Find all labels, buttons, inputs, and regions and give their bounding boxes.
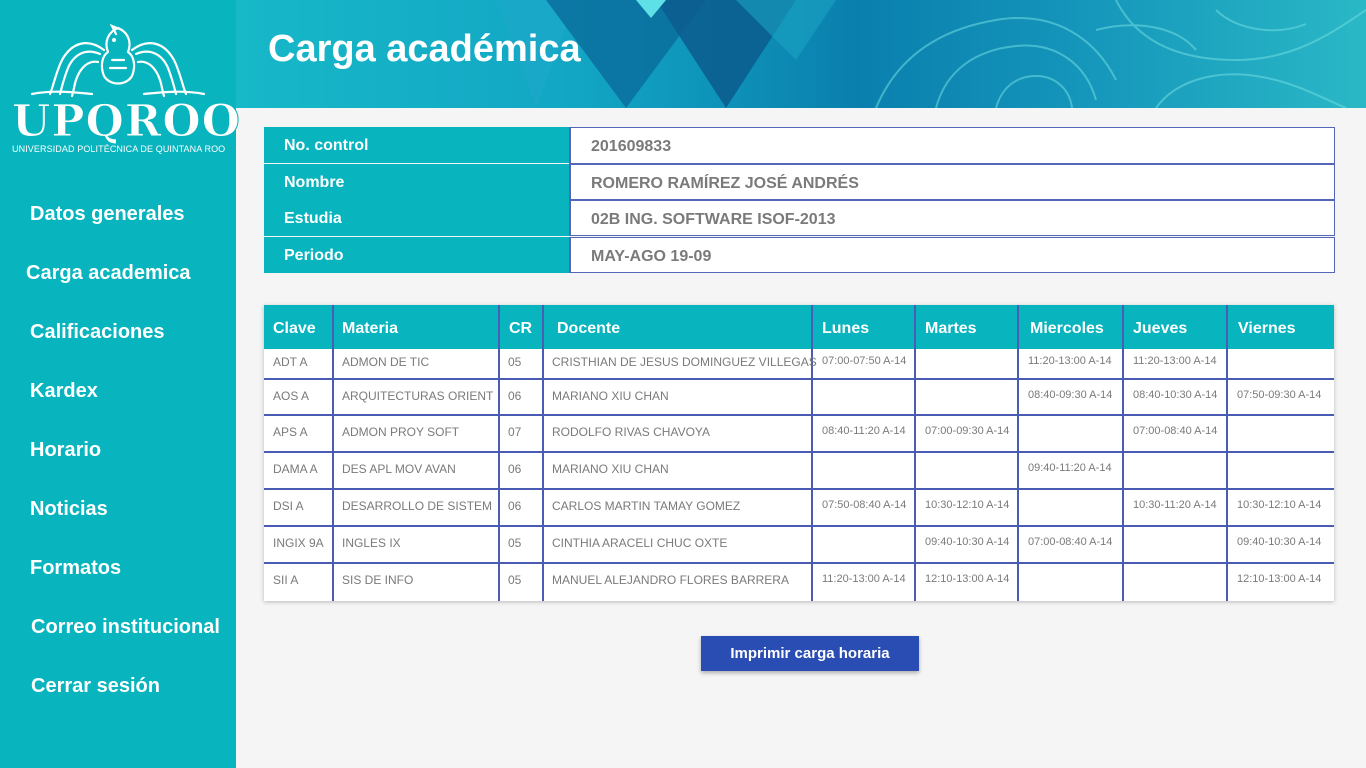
- schedule-table: Clave Materia CR Docente Lunes Martes Miercole…: [264, 305, 1334, 601]
- table-row: DAMA A DES APL MOV AVAN 06 MARIANO XIU CHAN…: [264, 452, 1334, 489]
- info-label: Estudia: [264, 200, 569, 236]
- cell-materia: DES APL MOV AVAN: [342, 462, 456, 476]
- cell-cr: 06: [508, 499, 522, 513]
- info-row-nombre: Nombre ROMERO RAMÍREZ JOSÉ ANDRÉS: [264, 164, 1335, 200]
- cell-lunes: 11:20-13:00 A-14: [822, 573, 906, 585]
- page-header: Carga académica: [236, 0, 1366, 108]
- cell-docente: CINTHIA ARACELI CHUC OXTE: [552, 536, 728, 550]
- header-viernes: Viernes: [1238, 320, 1296, 337]
- cell-cr: 07: [508, 425, 522, 439]
- nav-item-datos-generales[interactable]: Datos generales: [30, 203, 185, 226]
- cell-martes: 12:10-13:00 A-14: [925, 573, 1010, 585]
- cell-jueves: 08:40-10:30 A-14: [1133, 389, 1218, 401]
- nav-item-noticias[interactable]: Noticias: [30, 498, 108, 521]
- info-label: Periodo: [264, 237, 569, 273]
- header-lunes: Lunes: [822, 320, 870, 337]
- info-value: ROMERO RAMÍREZ JOSÉ ANDRÉS: [569, 164, 1335, 200]
- page-title: Carga académica: [268, 28, 581, 70]
- cell-materia: SIS DE INFO: [342, 573, 414, 587]
- eagle-emblem-icon: [30, 23, 206, 98]
- nav-item-kardex[interactable]: Kardex: [30, 380, 98, 403]
- print-schedule-button[interactable]: Imprimir carga horaria: [701, 636, 919, 671]
- logo-subtitle: UNIVERSIDAD POLITÉCNICA DE QUINTANA ROO: [12, 144, 226, 154]
- cell-docente: CARLOS MARTIN TAMAY GOMEZ: [552, 499, 741, 513]
- cell-clave: INGIX 9A: [273, 536, 324, 550]
- nav-item-carga-academica[interactable]: Carga academica: [26, 262, 191, 285]
- cell-docente: MARIANO XIU CHAN: [552, 462, 669, 476]
- cell-docente: RODOLFO RIVAS CHAVOYA: [552, 425, 711, 439]
- table-row: APS A ADMON PROY SOFT 07 RODOLFO RIVAS CHAV…: [264, 415, 1334, 452]
- table-row: AOS A ARQUITECTURAS ORIENT 06 MARIANO XIU C…: [264, 379, 1334, 415]
- header-jueves: Jueves: [1133, 320, 1188, 337]
- cell-cr: 05: [508, 355, 522, 369]
- nav-item-formatos[interactable]: Formatos: [30, 557, 121, 580]
- nav-item-calificaciones[interactable]: Calificaciones: [30, 321, 165, 344]
- info-value: MAY-AGO 19-09: [569, 237, 1335, 273]
- header-martes: Martes: [925, 320, 977, 337]
- cell-materia: INGLES IX: [342, 536, 401, 550]
- cell-materia: ADMON DE TIC: [342, 355, 430, 369]
- info-value: 201609833: [569, 127, 1335, 164]
- cell-jueves: 11:20-13:00 A-14: [1133, 355, 1217, 367]
- cell-lunes: 08:40-11:20 A-14: [822, 425, 906, 437]
- cell-lunes: 07:00-07:50 A-14: [822, 355, 907, 367]
- cell-viernes: 09:40-10:30 A-14: [1237, 536, 1322, 548]
- cell-viernes: 12:10-13:00 A-14: [1237, 573, 1322, 585]
- cell-martes: 09:40-10:30 A-14: [925, 536, 1010, 548]
- table-row: DSI A DESARROLLO DE SISTEM 06 CARLOS MARTIN…: [264, 489, 1334, 526]
- cell-viernes: 07:50-09:30 A-14: [1237, 389, 1322, 401]
- cell-clave: AOS A: [273, 389, 310, 403]
- info-value: 02B ING. SOFTWARE ISOF-2013: [569, 200, 1335, 236]
- cell-clave: APS A: [273, 425, 308, 439]
- cell-miercoles: 11:20-13:00 A-14: [1028, 355, 1112, 367]
- cell-cr: 05: [508, 536, 522, 550]
- cell-cr: 06: [508, 389, 522, 403]
- table-row: SII A SIS DE INFO 05 MANUEL ALEJANDRO FLORE…: [264, 563, 1334, 601]
- cell-clave: DAMA A: [273, 462, 318, 476]
- cell-clave: DSI A: [273, 499, 304, 513]
- cell-clave: ADT A: [273, 355, 308, 369]
- header-materia: Materia: [342, 320, 399, 337]
- header-clave: Clave: [273, 320, 316, 337]
- cell-martes: 10:30-12:10 A-14: [925, 499, 1010, 511]
- nav-item-correo-institucional[interactable]: Correo institucional: [31, 616, 220, 639]
- info-label: Nombre: [264, 164, 569, 200]
- table-row: INGIX 9A INGLES IX 05 CINTHIA ARACELI CHUC …: [264, 526, 1334, 563]
- info-row-periodo: Periodo MAY-AGO 19-09: [264, 237, 1335, 273]
- table-row: ADT A ADMON DE TIC 05 CRISTHIAN DE JESUS DO…: [264, 349, 1334, 379]
- cell-materia: ARQUITECTURAS ORIENT: [342, 389, 494, 403]
- cell-materia: ADMON PROY SOFT: [342, 425, 460, 439]
- sidebar: UPQROO UNIVERSIDAD POLITÉCNICA DE QUINTA…: [0, 0, 242, 768]
- cell-docente: MANUEL ALEJANDRO FLORES BARRERA: [552, 573, 789, 587]
- cell-miercoles: 08:40-09:30 A-14: [1028, 389, 1113, 401]
- header-cr: CR: [509, 320, 533, 337]
- header-miercoles: Miercoles: [1030, 320, 1104, 337]
- cell-viernes: 10:30-12:10 A-14: [1237, 499, 1322, 511]
- university-logo: UPQROO UNIVERSIDAD POLITÉCNICA DE QUINTA…: [12, 20, 242, 160]
- cell-cr: 05: [508, 573, 522, 587]
- nav-item-cerrar-sesion[interactable]: Cerrar sesión: [31, 675, 160, 698]
- cell-cr: 06: [508, 462, 522, 476]
- cell-jueves: 07:00-08:40 A-14: [1133, 425, 1218, 437]
- cell-jueves: 10:30-11:20 A-14: [1133, 499, 1217, 511]
- cell-miercoles: 09:40-11:20 A-14: [1028, 462, 1112, 474]
- cell-martes: 07:00-09:30 A-14: [925, 425, 1010, 437]
- info-row-control: No. control 201609833: [264, 127, 1335, 164]
- cell-materia: DESARROLLO DE SISTEM: [342, 499, 493, 513]
- cell-docente: MARIANO XIU CHAN: [552, 389, 669, 403]
- cell-miercoles: 07:00-08:40 A-14: [1028, 536, 1113, 548]
- header-docente: Docente: [557, 320, 621, 337]
- info-label: No. control: [264, 127, 569, 163]
- nav-item-horario[interactable]: Horario: [30, 439, 101, 462]
- cell-clave: SII A: [273, 573, 299, 587]
- cell-docente: CRISTHIAN DE JESUS DOMINGUEZ VILLEGAS: [552, 355, 817, 369]
- info-row-estudia: Estudia 02B ING. SOFTWARE ISOF-2013: [264, 200, 1335, 236]
- logo-text: UPQROO: [12, 96, 242, 148]
- cell-lunes: 07:50-08:40 A-14: [822, 499, 907, 511]
